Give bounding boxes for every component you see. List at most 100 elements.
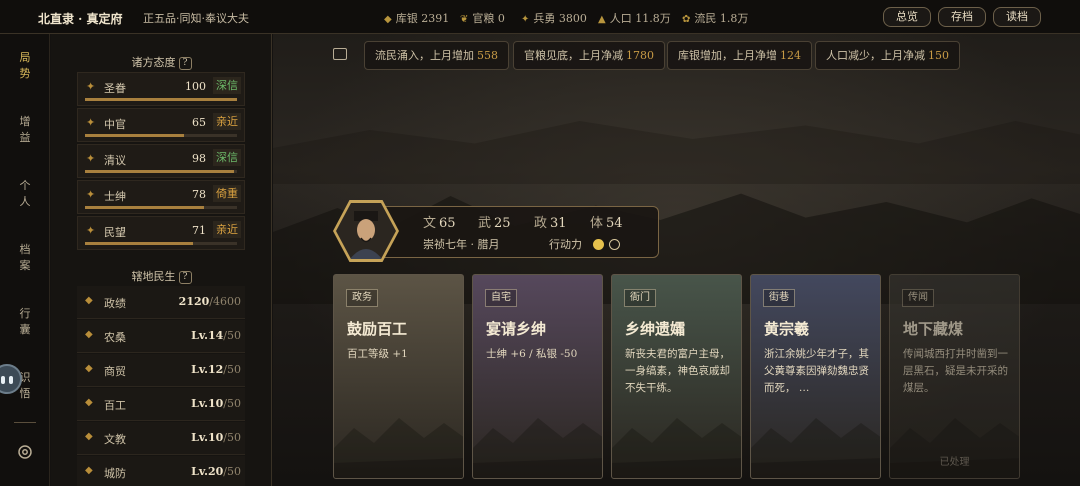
attitude-bar bbox=[85, 134, 237, 137]
attitudes-help-button[interactable]: ? bbox=[178, 57, 192, 70]
attitude-name: 士绅 bbox=[104, 190, 126, 203]
soldier-icon: ✦ bbox=[521, 14, 530, 25]
stat-population: ▲ 人口 11.8万 bbox=[598, 10, 671, 26]
nav-label: 档案 bbox=[19, 243, 31, 272]
action-points-label: 行动力 bbox=[549, 238, 582, 251]
event-card[interactable]: 自宅 宴请乡绅 士绅 +6 / 私银 -50 bbox=[472, 274, 603, 479]
attitude-row[interactable]: ✦ 圣眷 100 深信 bbox=[77, 72, 245, 106]
attitude-row[interactable]: ✦ 民望 71 亲近 bbox=[77, 216, 245, 250]
news-text: 官粮见底，上月净减 bbox=[524, 49, 623, 62]
nav-label: 增益 bbox=[19, 115, 31, 144]
attitude-row[interactable]: ✦ 中官 65 亲近 bbox=[77, 108, 245, 142]
event-card[interactable]: 街巷 黄宗羲 浙江余姚少年才子，其父黄尊素因弹劾魏忠贤而死， … bbox=[750, 274, 881, 479]
nav-inventory[interactable]: 行囊 bbox=[0, 306, 50, 338]
left-nav: 局势 增益 个人 档案 行囊 识悟 bbox=[0, 34, 50, 486]
card-title: 鼓励百工 bbox=[347, 320, 408, 338]
nav-archive[interactable]: 档案 bbox=[0, 242, 50, 274]
attitude-bar-fill bbox=[85, 242, 193, 245]
livelihood-row[interactable]: ◆ 城防 Lv.20/50 bbox=[77, 456, 245, 486]
attitude-tag: 深信 bbox=[213, 77, 241, 94]
stat-label: 文 bbox=[423, 216, 437, 231]
stat-value: 31 bbox=[550, 216, 567, 231]
eunuch-icon: ✦ bbox=[86, 116, 96, 129]
trade-icon: ◆ bbox=[85, 363, 93, 374]
attitudes-title: 诸方态度 bbox=[131, 56, 176, 69]
livelihood-row[interactable]: ◆ 农桑 Lv.14/50 bbox=[77, 320, 245, 353]
attitude-name: 中官 bbox=[104, 118, 126, 131]
stat-value: 65 bbox=[439, 216, 456, 231]
attitude-value: 65 bbox=[192, 116, 206, 129]
news-number: 124 bbox=[780, 49, 801, 62]
attitude-tag: 深信 bbox=[213, 149, 241, 166]
news-item[interactable]: 库银增加，上月净增 124 bbox=[667, 41, 812, 70]
nav-situation[interactable]: 局势 bbox=[0, 50, 50, 82]
card-category-tag: 衙门 bbox=[624, 289, 656, 307]
save-button[interactable]: 存档 bbox=[938, 7, 986, 27]
attitude-row[interactable]: ✦ 清议 98 深信 bbox=[77, 144, 245, 178]
stat-value: 11.8万 bbox=[635, 12, 671, 25]
livelihood-row[interactable]: ◆ 政绩 2120/4600 bbox=[77, 286, 245, 319]
stat-value: 1.8万 bbox=[719, 12, 749, 25]
livelihood-row[interactable]: ◆ 百工 Lv.10/50 bbox=[77, 388, 245, 421]
livelihood-level: 2120 bbox=[178, 295, 210, 308]
message-feed-icon[interactable] bbox=[333, 48, 347, 60]
official-portrait-icon bbox=[350, 211, 382, 259]
event-card[interactable]: 衙门 乡绅遗孀 新丧夫君的富户主母，一身缟素，神色哀戚却不失干练。 bbox=[611, 274, 742, 479]
livelihood-value: Lv.20/50 bbox=[191, 465, 241, 478]
news-text: 流民涌入，上月增加 bbox=[375, 49, 474, 62]
livelihood-value: Lv.12/50 bbox=[191, 363, 241, 376]
stat-literary: 文 65 bbox=[423, 212, 456, 231]
attitude-bar bbox=[85, 98, 237, 101]
news-item[interactable]: 官粮见底，上月净减 1780 bbox=[513, 41, 665, 70]
nav-buffs[interactable]: 增益 bbox=[0, 114, 50, 146]
gentry-icon: ✦ bbox=[86, 188, 96, 201]
stat-value: 54 bbox=[606, 216, 623, 231]
stat-refugees: ✿ 流民 1.8万 bbox=[682, 10, 748, 26]
stat-label: 库银 bbox=[395, 12, 418, 25]
livelihood-name: 商贸 bbox=[104, 365, 126, 378]
card-description: 士绅 +6 / 私银 -50 bbox=[486, 348, 578, 360]
merit-icon: ◆ bbox=[85, 295, 93, 306]
news-item[interactable]: 人口减少，上月净减 150 bbox=[815, 41, 960, 70]
livelihood-max: /50 bbox=[223, 431, 241, 444]
overview-button[interactable]: 总览 bbox=[883, 7, 931, 27]
livelihood-row[interactable]: ◆ 商贸 Lv.12/50 bbox=[77, 354, 245, 387]
population-icon: ▲ bbox=[598, 14, 606, 25]
attitude-bar bbox=[85, 206, 237, 209]
farming-icon: ◆ bbox=[85, 329, 93, 340]
livelihood-help-button[interactable]: ? bbox=[178, 271, 192, 284]
nav-personal[interactable]: 个人 bbox=[0, 178, 50, 210]
attitudes-header: 诸方态度? bbox=[51, 54, 272, 70]
news-number: 150 bbox=[928, 49, 949, 62]
stat-silver: ◆ 库银 2391 bbox=[384, 10, 449, 26]
livelihood-level: Lv.20 bbox=[191, 465, 224, 478]
livelihood-row[interactable]: ◆ 文教 Lv.10/50 bbox=[77, 422, 245, 455]
attitude-name: 圣眷 bbox=[104, 82, 126, 95]
event-card[interactable]: 传闻 地下藏煤 传闻城西打井时凿到一层黑石，疑是未开采的煤层。 已处理 bbox=[889, 274, 1020, 479]
livelihood-max: /50 bbox=[223, 465, 241, 478]
stat-soldiers: ✦ 兵勇 3800 bbox=[521, 10, 587, 26]
stat-label: 官粮 bbox=[472, 12, 495, 25]
attitude-name: 清议 bbox=[104, 154, 126, 167]
attitude-bar-fill bbox=[85, 98, 237, 101]
stat-physique: 体 54 bbox=[590, 212, 623, 231]
livelihood-value: Lv.14/50 bbox=[191, 329, 241, 342]
livelihood-title: 辖地民生 bbox=[131, 270, 176, 283]
news-text: 库银增加，上月净增 bbox=[678, 49, 777, 62]
stat-label: 人口 bbox=[609, 12, 632, 25]
stat-value: 3800 bbox=[558, 12, 587, 25]
stat-value: 0 bbox=[497, 12, 505, 25]
game-date: 崇祯七年 · 腊月 bbox=[423, 238, 500, 251]
news-item[interactable]: 流民涌入，上月增加 558 bbox=[364, 41, 509, 70]
livelihood-value: 2120/4600 bbox=[179, 295, 241, 308]
education-icon: ◆ bbox=[85, 431, 93, 442]
load-button[interactable]: 读档 bbox=[993, 7, 1041, 27]
stat-politics: 政 31 bbox=[534, 212, 567, 231]
attitude-row[interactable]: ✦ 士绅 78 倚重 bbox=[77, 180, 245, 214]
card-category-tag: 政务 bbox=[346, 289, 378, 307]
card-done-label: 已处理 bbox=[939, 457, 970, 468]
settings-icon[interactable] bbox=[17, 444, 33, 460]
stat-value: 2391 bbox=[421, 12, 450, 25]
card-description: 新丧夫君的富户主母，一身缟素，神色哀戚却不失干练。 bbox=[625, 348, 730, 394]
event-card[interactable]: 政务 鼓励百工 百工等级 +1 bbox=[333, 274, 464, 479]
